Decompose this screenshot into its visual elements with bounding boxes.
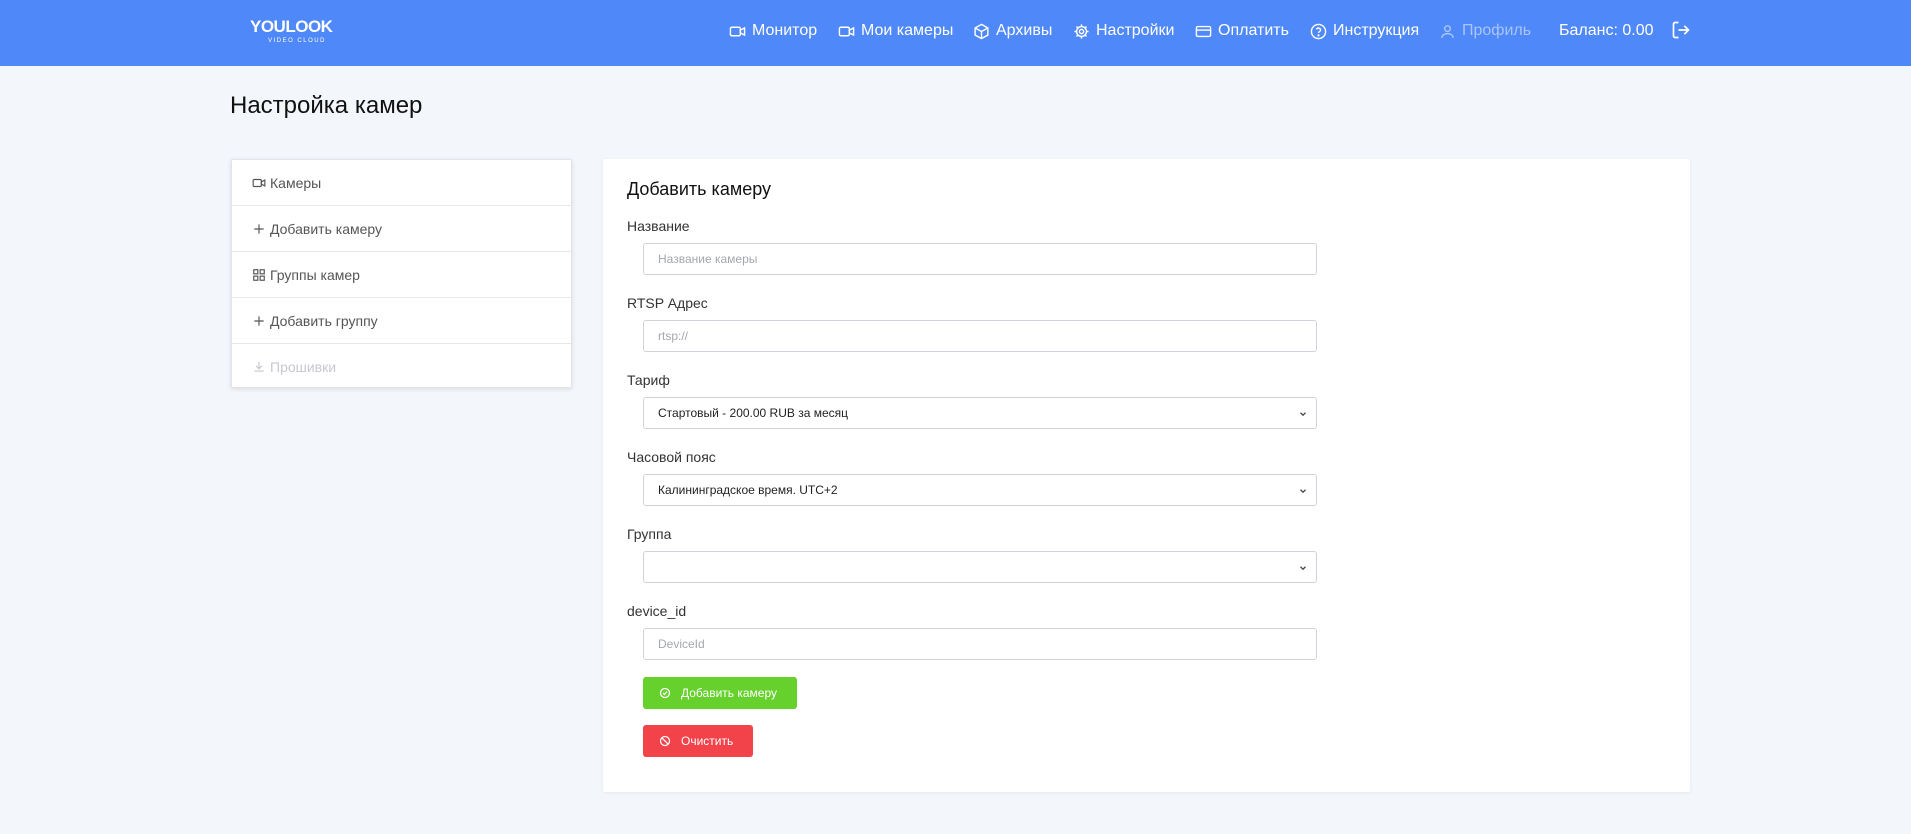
- sidebar-item-label: Добавить группу: [270, 312, 378, 329]
- page-title: Настройка камер: [230, 92, 423, 119]
- nav-profile-label: Профиль: [1462, 22, 1532, 39]
- group-select[interactable]: [643, 551, 1317, 583]
- logout-icon[interactable]: [1671, 20, 1691, 40]
- plus-icon: [254, 315, 264, 326]
- rtsp-label: RTSP Адрес: [627, 295, 708, 311]
- timezone-label: Часовой пояс: [627, 449, 716, 465]
- chevron-down-icon: [1300, 412, 1306, 417]
- grid-icon: [253, 268, 265, 281]
- plus-icon: [254, 223, 264, 234]
- tariff-label: Тариф: [627, 372, 670, 388]
- credit-card-icon: [1195, 25, 1212, 37]
- nav-archives[interactable]: Архивы: [973, 19, 1052, 43]
- sidebar-item-label: Группы камер: [270, 266, 360, 283]
- nav-pay[interactable]: Оплатить: [1195, 19, 1289, 43]
- add-camera-panel: Добавить камеру Название RTSP Адрес Тари…: [603, 159, 1690, 792]
- clear-button-label: Очистить: [681, 734, 734, 748]
- sidebar-item-add-camera[interactable]: Добавить камеру: [232, 206, 571, 252]
- chevron-down-icon: [1300, 489, 1306, 494]
- user-icon: [1441, 24, 1454, 38]
- download-icon: [254, 361, 264, 372]
- tariff-select[interactable]: Стартовый - 200.00 RUB за месяц: [643, 397, 1317, 429]
- gear-icon: [1074, 23, 1089, 39]
- logo[interactable]: YOULOOK VIDEO CLOUD: [250, 17, 334, 47]
- rtsp-address-input[interactable]: [643, 320, 1317, 352]
- group-label: Группа: [627, 526, 672, 542]
- nav-settings-label: Настройки: [1096, 22, 1175, 39]
- nav-settings[interactable]: Настройки: [1073, 19, 1174, 43]
- nav-monitor-label: Монитор: [752, 22, 818, 39]
- video-icon: [729, 26, 746, 36]
- settings-sidebar: Камеры Добавить камеру Группы камер Доба…: [231, 159, 572, 388]
- nav-archives-label: Архивы: [996, 22, 1053, 39]
- add-camera-button-label: Добавить камеру: [681, 686, 778, 700]
- help-circle-icon: [1310, 23, 1327, 39]
- camera-name-input[interactable]: [643, 243, 1317, 275]
- sidebar-item-firmware: Прошивки: [232, 344, 571, 390]
- ban-icon: [659, 735, 671, 747]
- form-title: Добавить камеру: [627, 179, 772, 199]
- sidebar-item-label: Камеры: [270, 174, 322, 191]
- sidebar-item-label: Добавить камеру: [270, 220, 383, 237]
- nav-my-cameras[interactable]: Мои камеры: [838, 19, 953, 43]
- timezone-select[interactable]: Калининградское время. UTC+2: [643, 474, 1317, 506]
- balance: Баланс: 0.00: [1559, 22, 1654, 39]
- timezone-selected-value: Калининградское время. UTC+2: [658, 483, 838, 497]
- logo-text: YOULOOK: [250, 17, 333, 36]
- video-icon: [838, 26, 855, 36]
- sidebar-item-add-group[interactable]: Добавить группу: [232, 298, 571, 344]
- top-navbar: YOULOOK VIDEO CLOUD Монитор Мои камеры А…: [0, 0, 1911, 66]
- nav-pay-label: Оплатить: [1218, 22, 1289, 39]
- nav-my-cameras-label: Мои камеры: [861, 22, 954, 39]
- add-camera-button[interactable]: Добавить камеру: [643, 677, 797, 709]
- device-id-input[interactable]: [643, 628, 1317, 660]
- nav-instructions-label: Инструкция: [1333, 22, 1420, 39]
- name-label: Название: [627, 218, 690, 234]
- sidebar-item-camera-groups[interactable]: Группы камер: [232, 252, 571, 298]
- nav-instructions[interactable]: Инструкция: [1310, 19, 1419, 43]
- chevron-down-icon: [1300, 566, 1306, 571]
- sidebar-item-label: Прошивки: [270, 359, 337, 375]
- logo-subtitle: VIDEO CLOUD: [268, 38, 326, 44]
- box-icon: [974, 23, 989, 39]
- check-circle-icon: [659, 687, 671, 699]
- device-id-label: device_id: [627, 603, 687, 619]
- nav-monitor[interactable]: Монитор: [729, 19, 817, 43]
- sidebar-item-cameras[interactable]: Камеры: [232, 160, 571, 206]
- tariff-selected-value: Стартовый - 200.00 RUB за месяц: [658, 406, 849, 420]
- nav-profile: Профиль: [1439, 19, 1531, 43]
- video-icon: [252, 178, 266, 187]
- clear-button[interactable]: Очистить: [643, 725, 753, 757]
